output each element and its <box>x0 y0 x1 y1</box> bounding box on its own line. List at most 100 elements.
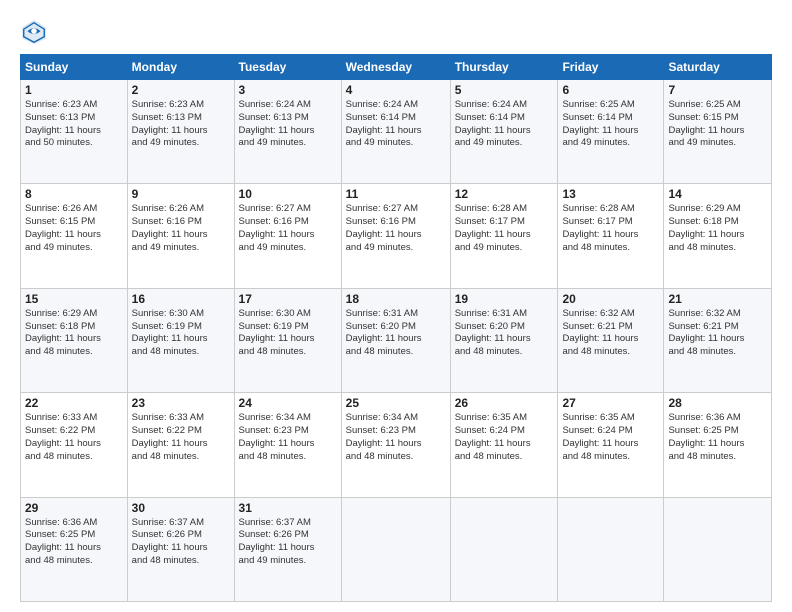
day-info: Sunrise: 6:24 AM Sunset: 6:14 PM Dayligh… <box>455 99 554 150</box>
calendar-cell: 21 Sunrise: 6:32 AM Sunset: 6:21 PM Dayli… <box>664 288 772 392</box>
calendar-cell: 12Sunrise: 6:28 AM Sunset: 6:17 PM Dayli… <box>450 184 558 288</box>
calendar-cell: 14 Sunrise: 6:29 AM Sunset: 6:18 PM Dayli… <box>664 184 772 288</box>
calendar-cell: 18 Sunrise: 6:31 AM Sunset: 6:20 PM Dayli… <box>341 288 450 392</box>
day-number: 16 <box>132 292 230 306</box>
day-number: 20 <box>562 292 659 306</box>
day-number: 25 <box>346 396 446 410</box>
day-number: 26 <box>455 396 554 410</box>
calendar-cell: 24 Sunrise: 6:34 AM Sunset: 6:23 PM Dayli… <box>234 393 341 497</box>
calendar-cell: 27 Sunrise: 6:35 AM Sunset: 6:24 PM Dayli… <box>558 393 664 497</box>
day-info: Sunrise: 6:27 AM Sunset: 6:16 PM Dayligh… <box>346 203 446 254</box>
day-number: 21 <box>668 292 767 306</box>
weekday-header-monday: Monday <box>127 55 234 80</box>
day-info: Sunrise: 6:25 AM Sunset: 6:15 PM Dayligh… <box>668 99 767 150</box>
day-number: 1 <box>25 83 123 97</box>
day-info: Sunrise: 6:23 AM Sunset: 6:13 PM Dayligh… <box>132 99 230 150</box>
day-info: Sunrise: 6:37 AM Sunset: 6:26 PM Dayligh… <box>132 517 230 568</box>
day-number: 14 <box>668 187 767 201</box>
day-number: 30 <box>132 501 230 515</box>
day-number: 23 <box>132 396 230 410</box>
day-info: Sunrise: 6:25 AM Sunset: 6:14 PM Dayligh… <box>562 99 659 150</box>
calendar-cell: 22 Sunrise: 6:33 AM Sunset: 6:22 PM Dayli… <box>21 393 128 497</box>
weekday-header-wednesday: Wednesday <box>341 55 450 80</box>
day-number: 27 <box>562 396 659 410</box>
logo-icon <box>20 18 48 46</box>
calendar-week-5: 29 Sunrise: 6:36 AM Sunset: 6:25 PM Dayli… <box>21 497 772 601</box>
day-number: 11 <box>346 187 446 201</box>
day-info: Sunrise: 6:32 AM Sunset: 6:21 PM Dayligh… <box>668 308 767 359</box>
day-info: Sunrise: 6:33 AM Sunset: 6:22 PM Dayligh… <box>25 412 123 463</box>
calendar-cell: 6 Sunrise: 6:25 AM Sunset: 6:14 PM Daylig… <box>558 80 664 184</box>
calendar-cell: 5 Sunrise: 6:24 AM Sunset: 6:14 PM Daylig… <box>450 80 558 184</box>
calendar-cell: 13 Sunrise: 6:28 AM Sunset: 6:17 PM Dayli… <box>558 184 664 288</box>
calendar-cell: 1Sunrise: 6:23 AM Sunset: 6:13 PM Daylig… <box>21 80 128 184</box>
day-info: Sunrise: 6:29 AM Sunset: 6:18 PM Dayligh… <box>25 308 123 359</box>
calendar-cell: 11 Sunrise: 6:27 AM Sunset: 6:16 PM Dayli… <box>341 184 450 288</box>
day-number: 9 <box>132 187 230 201</box>
calendar-cell <box>558 497 664 601</box>
day-number: 18 <box>346 292 446 306</box>
day-info: Sunrise: 6:34 AM Sunset: 6:23 PM Dayligh… <box>239 412 337 463</box>
weekday-header-friday: Friday <box>558 55 664 80</box>
day-number: 19 <box>455 292 554 306</box>
day-info: Sunrise: 6:32 AM Sunset: 6:21 PM Dayligh… <box>562 308 659 359</box>
day-info: Sunrise: 6:29 AM Sunset: 6:18 PM Dayligh… <box>668 203 767 254</box>
day-number: 17 <box>239 292 337 306</box>
day-info: Sunrise: 6:31 AM Sunset: 6:20 PM Dayligh… <box>455 308 554 359</box>
day-number: 22 <box>25 396 123 410</box>
day-number: 28 <box>668 396 767 410</box>
day-number: 15 <box>25 292 123 306</box>
day-number: 29 <box>25 501 123 515</box>
calendar-cell: 8Sunrise: 6:26 AM Sunset: 6:15 PM Daylig… <box>21 184 128 288</box>
weekday-header-thursday: Thursday <box>450 55 558 80</box>
calendar-week-2: 8Sunrise: 6:26 AM Sunset: 6:15 PM Daylig… <box>21 184 772 288</box>
calendar-cell: 17Sunrise: 6:30 AM Sunset: 6:19 PM Dayli… <box>234 288 341 392</box>
day-info: Sunrise: 6:24 AM Sunset: 6:14 PM Dayligh… <box>346 99 446 150</box>
calendar-cell: 2 Sunrise: 6:23 AM Sunset: 6:13 PM Daylig… <box>127 80 234 184</box>
weekday-header-sunday: Sunday <box>21 55 128 80</box>
logo <box>20 18 50 46</box>
calendar-cell: 20 Sunrise: 6:32 AM Sunset: 6:21 PM Dayli… <box>558 288 664 392</box>
calendar-cell: 30 Sunrise: 6:37 AM Sunset: 6:26 PM Dayli… <box>127 497 234 601</box>
day-number: 2 <box>132 83 230 97</box>
calendar-header: SundayMondayTuesdayWednesdayThursdayFrid… <box>21 55 772 80</box>
day-info: Sunrise: 6:36 AM Sunset: 6:25 PM Dayligh… <box>668 412 767 463</box>
day-info: Sunrise: 6:28 AM Sunset: 6:17 PM Dayligh… <box>562 203 659 254</box>
calendar-cell: 23Sunrise: 6:33 AM Sunset: 6:22 PM Dayli… <box>127 393 234 497</box>
day-info: Sunrise: 6:26 AM Sunset: 6:15 PM Dayligh… <box>25 203 123 254</box>
day-number: 31 <box>239 501 337 515</box>
calendar-cell: 25Sunrise: 6:34 AM Sunset: 6:23 PM Dayli… <box>341 393 450 497</box>
day-info: Sunrise: 6:31 AM Sunset: 6:20 PM Dayligh… <box>346 308 446 359</box>
day-number: 12 <box>455 187 554 201</box>
weekday-row: SundayMondayTuesdayWednesdayThursdayFrid… <box>21 55 772 80</box>
calendar-cell: 31Sunrise: 6:37 AM Sunset: 6:26 PM Dayli… <box>234 497 341 601</box>
day-number: 6 <box>562 83 659 97</box>
calendar-cell: 15 Sunrise: 6:29 AM Sunset: 6:18 PM Dayli… <box>21 288 128 392</box>
day-number: 5 <box>455 83 554 97</box>
page: SundayMondayTuesdayWednesdayThursdayFrid… <box>0 0 792 612</box>
day-info: Sunrise: 6:35 AM Sunset: 6:24 PM Dayligh… <box>562 412 659 463</box>
day-info: Sunrise: 6:26 AM Sunset: 6:16 PM Dayligh… <box>132 203 230 254</box>
day-info: Sunrise: 6:30 AM Sunset: 6:19 PM Dayligh… <box>132 308 230 359</box>
day-number: 24 <box>239 396 337 410</box>
calendar-cell: 9 Sunrise: 6:26 AM Sunset: 6:16 PM Daylig… <box>127 184 234 288</box>
calendar-cell: 4 Sunrise: 6:24 AM Sunset: 6:14 PM Daylig… <box>341 80 450 184</box>
day-number: 3 <box>239 83 337 97</box>
calendar-cell: 10Sunrise: 6:27 AM Sunset: 6:16 PM Dayli… <box>234 184 341 288</box>
calendar-cell <box>450 497 558 601</box>
calendar-cell: 19 Sunrise: 6:31 AM Sunset: 6:20 PM Dayli… <box>450 288 558 392</box>
day-info: Sunrise: 6:36 AM Sunset: 6:25 PM Dayligh… <box>25 517 123 568</box>
weekday-header-tuesday: Tuesday <box>234 55 341 80</box>
calendar-week-1: 1 Sunrise: 6:23 AM Sunset: 6:13 PM Daylig… <box>21 80 772 184</box>
day-number: 4 <box>346 83 446 97</box>
calendar-cell: 7 Sunrise: 6:25 AM Sunset: 6:15 PM Daylig… <box>664 80 772 184</box>
calendar-cell: 16 Sunrise: 6:30 AM Sunset: 6:19 PM Dayli… <box>127 288 234 392</box>
calendar-cell: 29 Sunrise: 6:36 AM Sunset: 6:25 PM Dayli… <box>21 497 128 601</box>
weekday-header-saturday: Saturday <box>664 55 772 80</box>
day-info: Sunrise: 6:35 AM Sunset: 6:24 PM Dayligh… <box>455 412 554 463</box>
day-info: Sunrise: 6:27 AM Sunset: 6:16 PM Dayligh… <box>239 203 337 254</box>
calendar-body: 1 Sunrise: 6:23 AM Sunset: 6:13 PM Daylig… <box>21 80 772 602</box>
calendar-week-4: 22 Sunrise: 6:33 AM Sunset: 6:22 PM Dayli… <box>21 393 772 497</box>
day-number: 7 <box>668 83 767 97</box>
day-number: 13 <box>562 187 659 201</box>
